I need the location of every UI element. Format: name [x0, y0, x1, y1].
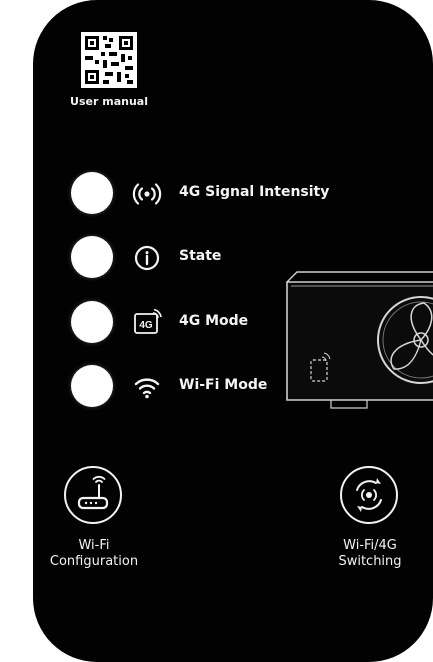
indicator-label: 4G Signal Intensity: [179, 184, 330, 200]
wifi-4g-switching-label: Wi-Fi/4G Switching: [338, 538, 402, 569]
4g-mode-led: [71, 301, 113, 343]
wifi-icon: [132, 373, 162, 401]
control-panel: User manual 4G Signal Intensity State 4G…: [33, 0, 433, 662]
heat-pump-device-illustration: [281, 270, 433, 412]
state-led: [71, 236, 113, 278]
user-manual-label: User manual: [70, 95, 148, 108]
info-icon: [132, 244, 162, 272]
wifi-configuration-label: Wi-Fi Configuration: [49, 538, 139, 569]
switch-signal-icon: [356, 478, 382, 512]
wifi-4g-switching-button[interactable]: [340, 466, 398, 524]
svg-text:4G: 4G: [139, 320, 153, 331]
indicator-label: State: [179, 248, 222, 264]
qr-code-graphic: [81, 32, 137, 88]
indicator-4g-signal-intensity: 4G Signal Intensity: [71, 172, 361, 216]
indicator-label: 4G Mode: [179, 313, 249, 329]
wifi-configuration-button[interactable]: [64, 466, 122, 524]
4g-icon: 4G: [132, 309, 162, 337]
router-icon: [77, 475, 109, 510]
signal-led: [71, 172, 113, 214]
wifi-mode-led: [71, 365, 113, 407]
indicator-label: Wi-Fi Mode: [179, 377, 268, 393]
signal-broadcast-icon: [132, 180, 162, 208]
qr-code-icon[interactable]: [81, 32, 137, 88]
